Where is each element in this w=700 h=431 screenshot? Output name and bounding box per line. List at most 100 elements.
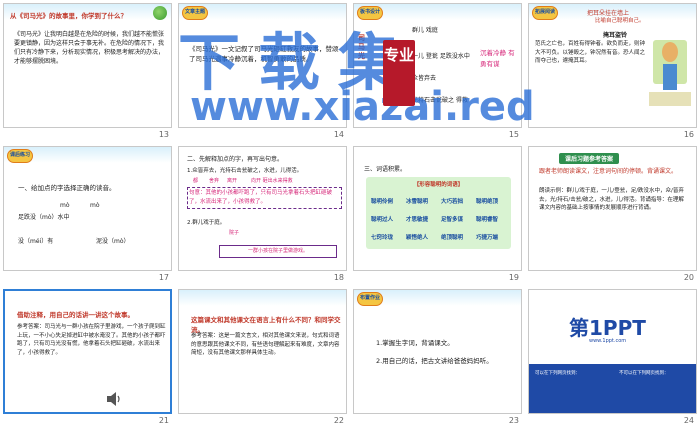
slide-body: 《司马光》让我明白越是在危险的时候，我们越不能慌张要更镇静，因为这样只会于事无补… xyxy=(14,31,165,65)
word: 聪明绝顶 xyxy=(476,199,499,205)
word: 足智多谋 xyxy=(441,217,464,223)
board-line-3: 众皆弃去 xyxy=(412,75,437,82)
footer-right: 不可以在下列网页找到： xyxy=(619,371,669,376)
section-badge: 拓展阅读 xyxy=(535,9,556,15)
slide-thumbnail-selected[interactable]: 借助注释，用自己的话讲一讲这个故事。 参考答案：司马光与一群小孩在院子里游戏，一… xyxy=(3,289,172,414)
answer-2: 院子 xyxy=(229,230,240,236)
slide-cell-20[interactable]: 课后习题参考答案 跟者老师朗读课文，注意词句间的停顿。背诵课文。 朗读示例：群儿… xyxy=(525,143,700,286)
slide-number: 22 xyxy=(333,416,344,425)
slide-thumbnail[interactable]: 三、词语积累。 【形容聪明的词语】 聪明伶俐 冰雪聪明 大巧若拙 聪明绝顶 聪明… xyxy=(353,146,522,271)
slide-cell-24[interactable]: 第1PPT www.1ppt.com 可以在下列网页找到： 不可以在下列网页找到… xyxy=(525,286,700,429)
slide-number: 21 xyxy=(158,416,169,425)
slide-cell-18[interactable]: 二、先解释加点的字，再写出句意。 1.众皆弃去，光持石击瓮破之，水迸，儿得活。 … xyxy=(175,143,350,286)
slide-background xyxy=(529,290,696,413)
exercise-line-1: 足跌没（mò）水中 xyxy=(18,214,70,221)
word: 聪明过人 xyxy=(371,217,394,223)
homework-1: 1.掌握生字词，背诵课文。 xyxy=(376,339,454,347)
word: 冰雪聪明 xyxy=(406,199,429,205)
board-line-2: 一儿 登瓮 足跌没水中 xyxy=(412,53,470,60)
slide-thumbnail[interactable]: 从《司马光》的故事里，你学到了什么？ 《司马光》让我明白越是在危险的时候，我们越… xyxy=(3,3,172,128)
slide-cell-22[interactable]: 这篇课文和其他课文在语言上有什么不同？和同学交流。 参考答案：这是一篇文言文，相… xyxy=(175,286,350,429)
slide-title: 借助注释，用自己的话讲一讲这个故事。 xyxy=(17,311,134,319)
word: 巧捷万端 xyxy=(476,235,499,241)
speaker-icon[interactable] xyxy=(105,391,121,407)
slide-cell-14[interactable]: 文章主题 《司马光》一文记叙了司马光砸缸救友的故事，赞颂了司马光遇事冷静沉着，机… xyxy=(175,0,350,143)
slide-sorter-grid: 从《司马光》的故事里，你学到了什么？ 《司马光》让我明白越是在危险的时候，我们越… xyxy=(0,0,700,431)
slide-body: 朗读示例：群儿/戏于庭，一儿/登瓮，足/跌没水中，众/皆弃去，光/持石/击瓮/破… xyxy=(539,188,684,211)
word: 大巧若拙 xyxy=(441,199,464,205)
slide-cell-21[interactable]: 借助注释，用自己的话讲一讲这个故事。 参考答案：司马光与一群小孩在院子里游戏，一… xyxy=(0,286,175,429)
slide-number: 18 xyxy=(333,273,344,282)
slide-title: 这篇课文和其他课文在语言上有什么不同？和同学交流。 xyxy=(191,316,341,334)
section-badge: 课后练习 xyxy=(10,152,31,158)
exercise-heading: 二、先解释加点的字，再写出句意。 xyxy=(187,156,284,163)
board-side-label: 司马光 xyxy=(358,34,365,60)
bell-thief-illustration xyxy=(649,40,691,106)
slide-thumbnail[interactable]: 第1PPT www.1ppt.com 可以在下列网页找到： 不可以在下列网页找到… xyxy=(528,289,697,414)
slide-cell-23[interactable]: 布置作业 1.掌握生字词，背诵课文。 2.用自己的话，把古文讲给爸爸妈妈听。 2… xyxy=(350,286,525,429)
exercise-line-2: 没（méi）有 xyxy=(18,238,54,245)
slide-number: 17 xyxy=(158,273,169,282)
ppt-logo: 第1PPT xyxy=(569,316,646,340)
slide-thumbnail[interactable]: 二、先解释加点的字，再写出句意。 1.众皆弃去，光持石击瓮破之，水迸，儿得活。 … xyxy=(178,146,347,271)
slide-number: 23 xyxy=(508,416,519,425)
subheading: 比喻自己聪明自己。 xyxy=(595,18,645,24)
slide-thumbnail[interactable]: 课后习题参考答案 跟者老师朗读课文，注意词句间的停顿。背诵课文。 朗读示例：群儿… xyxy=(528,146,697,271)
ppt-logo-url: www.1ppt.com xyxy=(589,338,627,344)
answer-1d: 向开 砸出水来得救 xyxy=(251,178,293,184)
word-table-title: 【形容聪明的词语】 xyxy=(413,182,464,188)
exercise-line-3: 泥没（mò） xyxy=(96,238,130,245)
slide-number: 20 xyxy=(683,273,694,282)
section-badge: 文章主题 xyxy=(185,9,206,15)
section-badge: 布置作业 xyxy=(360,295,381,301)
board-line-4: 光持石击瓮破之 得救 xyxy=(412,97,468,104)
answer-1b: 舍弃 xyxy=(209,178,220,184)
slide-cell-15[interactable]: 板书设计 司马光 群儿 戏庭 一儿 登瓮 足跌没水中 众皆弃去 光持石击瓮破之 … xyxy=(350,0,525,143)
poem-title: 掩耳盗铃 xyxy=(603,32,628,39)
slide-cell-13[interactable]: 从《司马光》的故事里，你学到了什么？ 《司马光》让我明白越是在危险的时候，我们越… xyxy=(0,0,175,143)
slide-body: 参考答案：司马光与一群小孩在院子里游戏，一个孩子爬到缸上玩，一不小心失足掉进缸中… xyxy=(17,324,166,356)
meaning-2: 一群小孩在院子里做游戏。 xyxy=(219,245,337,258)
slide-thumbnail[interactable]: 课后练习 一、给加点的字选择正确的读音。 mò mò 足跌没（mò）水中 没（m… xyxy=(3,146,172,271)
slide-thumbnail[interactable]: 文章主题 《司马光》一文记叙了司马光砸缸救友的故事，赞颂了司马光遇事冷静沉着，机… xyxy=(178,3,347,128)
section-badge: 课后习题参考答案 xyxy=(559,153,620,164)
slide-body: 《司马光》一文记叙了司马光砸缸救友的故事，赞颂了司马光遇事冷静沉着，机智勇敢的品… xyxy=(189,45,339,63)
slide-title: 从《司马光》的故事里，你学到了什么？ xyxy=(10,12,127,20)
slide-number: 24 xyxy=(683,416,694,425)
section-badge: 板书设计 xyxy=(360,9,381,15)
slide-cell-17[interactable]: 课后练习 一、给加点的字选择正确的读音。 mò mò 足跌没（mò）水中 没（m… xyxy=(0,143,175,286)
answer-1c: 离开 xyxy=(227,178,238,184)
slide-cell-19[interactable]: 三、词语积累。 【形容聪明的词语】 聪明伶俐 冰雪聪明 大巧若拙 聪明绝顶 聪明… xyxy=(350,143,525,286)
slide-cell-16[interactable]: 拓展阅读 把耳朵挂在墙上 比喻自己聪明自己。 掩耳盗铃 范氏之亡也，百姓有得钟者… xyxy=(525,0,700,143)
slide-body: 参考答案：这是一篇文言文，相对其他课文来说，句式和词语的意思跟其他课文不同，有些… xyxy=(191,333,340,356)
word: 绝顶聪明 xyxy=(441,235,464,241)
board-right-label: 沉着冷静 有勇有谋 xyxy=(480,49,515,68)
intro: 跟者老师朗读课文，注意词句间的停顿。背诵课文。 xyxy=(539,168,678,175)
slide-thumbnail[interactable]: 布置作业 1.掌握生字词，背诵课文。 2.用自己的话，把古文讲给爸爸妈妈听。 xyxy=(353,289,522,414)
word: 颖悟绝人 xyxy=(406,235,429,241)
slide-header-bar xyxy=(179,290,346,306)
slide-number: 15 xyxy=(508,130,519,139)
slide-thumbnail[interactable]: 板书设计 司马光 群儿 戏庭 一儿 登瓮 足跌没水中 众皆弃去 光持石击瓮破之 … xyxy=(353,3,522,128)
question-2: 2.群儿戏于庭。 xyxy=(187,220,226,226)
word: 七窍玲珑 xyxy=(371,235,394,241)
exercise-heading: 三、词语积累。 xyxy=(364,166,407,173)
board-line-1: 群儿 戏庭 xyxy=(412,27,438,34)
word: 才思敏捷 xyxy=(406,217,429,223)
answer-1a: 都 xyxy=(193,178,199,184)
homework-2: 2.用自己的话，把古文讲给爸爸妈妈听。 xyxy=(376,357,493,365)
slide-number: 14 xyxy=(333,130,344,139)
question-1: 1.众皆弃去，光持石击瓮破之，水迸，儿得活。 xyxy=(187,168,303,174)
slide-number: 13 xyxy=(158,130,169,139)
word: 聪明睿智 xyxy=(476,217,499,223)
slide-thumbnail[interactable]: 这篇课文和其他课文在语言上有什么不同？和同学交流。 参考答案：这是一篇文言文，相… xyxy=(178,289,347,414)
poem-body: 范氏之亡也，百姓有得钟者。欲负而走，则钟大不可负。以锤毁之，钟况然有音。恐人闻之… xyxy=(535,41,646,64)
pinyin-1: mò xyxy=(60,202,70,209)
word-table: 【形容聪明的词语】 聪明伶俐 冰雪聪明 大巧若拙 聪明绝顶 聪明过人 才思敏捷 … xyxy=(366,177,511,249)
slide-number: 19 xyxy=(508,273,519,282)
meaning-1: 句意：其他的小孩都吓跑了，只有司马光拿着石头把缸砸破了，水流出来了，小孩得救了。 xyxy=(187,187,342,209)
watermark-stamp: 专业 xyxy=(383,40,415,106)
exercise-heading: 一、给加点的字选择正确的读音。 xyxy=(18,184,116,192)
word: 聪明伶俐 xyxy=(371,199,394,205)
slide-thumbnail[interactable]: 拓展阅读 把耳朵挂在墙上 比喻自己聪明自己。 掩耳盗铃 范氏之亡也，百姓有得钟者… xyxy=(528,3,697,128)
